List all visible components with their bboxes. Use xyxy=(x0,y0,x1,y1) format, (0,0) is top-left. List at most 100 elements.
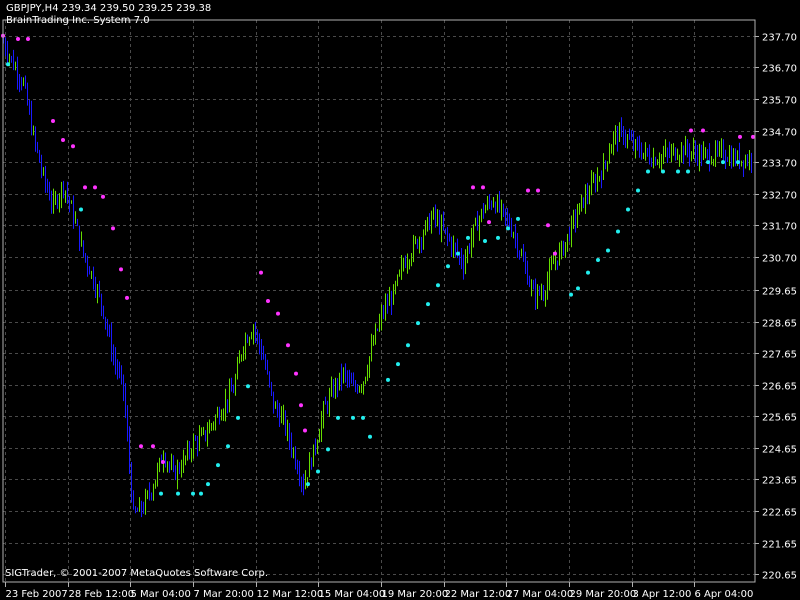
y-tick-label: 231.70 xyxy=(762,222,797,233)
upper-signal-dot xyxy=(299,403,303,408)
x-tick-label: 12 Mar 12:00 xyxy=(257,589,324,600)
upper-signal-dot xyxy=(119,267,123,272)
upper-signal-dot xyxy=(161,460,165,465)
x-tick-label: 22 Mar 12:00 xyxy=(445,589,512,600)
lower-signal-dot xyxy=(236,415,240,420)
lower-signal-dot xyxy=(336,415,340,420)
lower-signal-dot xyxy=(626,207,630,212)
upper-signal-dot xyxy=(111,226,115,231)
y-tick-label: 229.65 xyxy=(762,287,797,298)
y-tick-label: 236.70 xyxy=(762,64,797,75)
lower-signal-dot xyxy=(79,207,83,212)
lower-signal-dot xyxy=(496,235,500,240)
indicator-name: BrainTrading Inc. System 7.0 xyxy=(6,15,150,26)
x-tick-label: 15 Mar 04:00 xyxy=(319,589,386,600)
upper-signal-dot xyxy=(51,119,55,124)
upper-signal-dot xyxy=(71,144,75,149)
upper-signal-dot xyxy=(481,185,485,190)
lower-signal-dot xyxy=(616,229,620,234)
x-tick-label: 7 Mar 20:00 xyxy=(194,589,254,600)
lower-signal-dot xyxy=(446,264,450,269)
x-axis: 23 Feb 2007 28 Feb 12:005 Mar 04:00 7 Mar … xyxy=(5,582,753,600)
y-tick-label: 233.70 xyxy=(762,159,797,170)
y-tick-label: 237.70 xyxy=(762,33,797,44)
copyright-text: SIGTrader, © 2001-2007 MetaQuotes Softwa… xyxy=(5,568,269,579)
upper-signal-dot xyxy=(751,134,755,139)
y-tick-label: 221.65 xyxy=(762,540,797,551)
lower-signal-dot xyxy=(596,257,600,262)
lower-signal-dot xyxy=(456,251,460,256)
y-tick-label: 230.70 xyxy=(762,254,797,265)
lower-signal-dot xyxy=(606,248,610,253)
upper-signal-dot xyxy=(83,185,87,190)
price-bars xyxy=(3,35,752,518)
symbol-line: GBPJPY,H4 239.34 239.50 239.25 239.38 xyxy=(6,3,212,14)
y-tick-label: 223.65 xyxy=(762,476,797,487)
upper-signal-dot xyxy=(266,299,270,303)
lower-signal-dot xyxy=(396,362,400,367)
upper-signal-dot xyxy=(139,444,143,449)
y-tick-label: 226.65 xyxy=(762,382,797,393)
upper-signal-dot xyxy=(16,36,20,41)
y-tick-label: 228.65 xyxy=(762,319,797,330)
x-tick-label: 5 Mar 04:00 xyxy=(131,589,191,600)
y-tick-label: 227.65 xyxy=(762,350,797,361)
upper-signal-dot xyxy=(536,188,540,193)
x-tick-label: 3 Apr 12:00 xyxy=(633,589,692,600)
lower-signal-dot xyxy=(569,292,573,297)
lower-signal-dot xyxy=(406,343,410,348)
lower-signal-dot xyxy=(159,491,163,496)
upper-signal-dot xyxy=(546,223,550,228)
grid xyxy=(3,20,755,582)
upper-signal-dot xyxy=(701,128,705,133)
lower-signal-dot xyxy=(246,384,250,389)
y-tick-label: 234.70 xyxy=(762,128,797,139)
x-tick-label: 23 Feb 2007 xyxy=(6,589,68,600)
lower-signal-dot xyxy=(686,169,690,174)
lower-signal-dot xyxy=(721,160,725,165)
lower-signal-dot xyxy=(316,469,320,474)
y-tick-label: 225.65 xyxy=(762,413,797,424)
lower-signal-dot xyxy=(206,482,210,487)
lower-signal-dot xyxy=(661,169,665,174)
lower-signal-dot xyxy=(326,447,330,452)
plot-frame xyxy=(2,19,756,583)
upper-signal-dot xyxy=(286,343,290,348)
indicator-dots xyxy=(1,33,755,496)
upper-signal-dot xyxy=(689,128,693,133)
lower-signal-dot xyxy=(216,463,220,468)
lower-signal-dot xyxy=(706,160,710,165)
lower-signal-dot xyxy=(386,377,390,382)
lower-signal-dot xyxy=(416,321,420,326)
lower-signal-dot xyxy=(361,415,365,420)
upper-signal-dot xyxy=(93,185,97,190)
lower-signal-dot xyxy=(176,491,180,496)
lower-signal-dot xyxy=(368,434,372,439)
upper-signal-dot xyxy=(738,134,742,139)
lower-signal-dot xyxy=(676,169,680,174)
x-tick-label: 27 Mar 04:00 xyxy=(507,589,574,600)
upper-signal-dot xyxy=(26,36,30,41)
upper-signal-dot xyxy=(487,220,491,225)
lower-signal-dot xyxy=(586,270,590,275)
lower-signal-dot xyxy=(191,491,195,496)
lower-signal-dot xyxy=(426,302,430,307)
lower-signal-dot xyxy=(516,216,520,221)
upper-signal-dot xyxy=(151,444,155,449)
y-tick-label: 222.65 xyxy=(762,508,797,519)
x-tick-label: 29 Mar 20:00 xyxy=(570,589,637,600)
lower-signal-dot xyxy=(646,169,650,174)
lower-signal-dot xyxy=(466,235,470,240)
upper-signal-dot xyxy=(61,137,65,142)
upper-signal-dot xyxy=(294,371,298,376)
lower-signal-dot xyxy=(199,491,203,496)
lower-signal-dot xyxy=(306,482,310,487)
x-tick-label: 28 Feb 12:00 xyxy=(69,589,135,600)
lower-signal-dot xyxy=(736,160,740,165)
upper-signal-dot xyxy=(259,270,263,275)
y-tick-label: 235.70 xyxy=(762,96,797,107)
lower-signal-dot xyxy=(483,239,487,244)
upper-signal-dot xyxy=(526,188,530,193)
upper-signal-dot xyxy=(553,251,557,256)
lower-signal-dot xyxy=(636,188,640,193)
